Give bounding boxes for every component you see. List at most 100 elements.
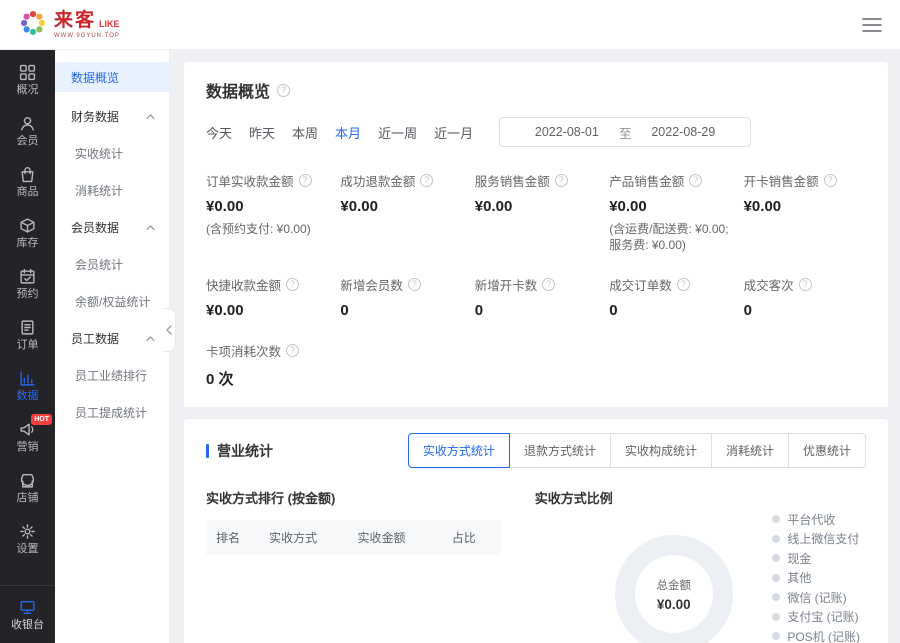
secondary-sidebar: 数据概览财务数据实收统计消耗统计会员数据会员统计余额/权益统计员工数据员工业绩排…	[55, 50, 170, 643]
box-icon	[19, 217, 36, 234]
sidebar-item-orders[interactable]: 订单	[0, 309, 55, 360]
stat-label: 服务销售金额?	[475, 171, 597, 190]
help-icon[interactable]: ?	[824, 174, 837, 187]
submenu-item-label: 员工业绩排行	[75, 369, 147, 383]
help-icon[interactable]: ?	[408, 278, 421, 291]
legend-label: 支付宝 (记账)	[787, 608, 858, 625]
help-icon[interactable]: ?	[286, 344, 299, 357]
sidebar-item-data[interactable]: 数据	[0, 360, 55, 411]
sidebar-item-label: 设置	[17, 544, 39, 555]
stat-sub: (含运费/配送费: ¥0.00; 服务费: ¥0.00)	[609, 221, 731, 253]
tab-discount[interactable]: 优惠统计	[788, 433, 866, 468]
chart-legend: 平台代收线上微信支付现金其他微信 (记账)支付宝 (记账)POS机 (记账)团购…	[772, 509, 860, 643]
legend-item[interactable]: 平台代收	[772, 509, 860, 529]
sidebar-item-shop[interactable]: 店铺	[0, 462, 55, 513]
business-stats-card: 营业统计 实收方式统计退款方式统计实收构成统计消耗统计优惠统计 实收方式排行 (…	[184, 419, 888, 643]
submenu-item-balance-rights-stats[interactable]: 余额/权益统计	[55, 283, 169, 320]
business-title-wrap: 营业统计	[206, 441, 273, 461]
legend-item[interactable]: 线上微信支付	[772, 529, 860, 549]
date-range-input[interactable]: 2022-08-01 至 2022-08-29	[499, 117, 751, 147]
stat-label: 新增开卡数?	[475, 275, 597, 294]
help-icon[interactable]: ?	[542, 278, 555, 291]
sidebar-item-label: 店铺	[17, 493, 39, 504]
sidebar-item-label: 订单	[17, 340, 39, 351]
tab-received-method[interactable]: 实收方式统计	[408, 433, 510, 468]
date-tab-today[interactable]: 今天	[206, 123, 232, 142]
ranking-panel: 实收方式排行 (按金额) 排名实收方式实收金额占比 暂无	[206, 488, 523, 643]
user-icon	[19, 115, 36, 132]
sidebar-item-label: 营销	[17, 442, 39, 453]
calendar-icon	[19, 268, 36, 285]
legend-item[interactable]: 支付宝 (记账)	[772, 607, 860, 627]
chart-icon	[19, 370, 36, 387]
submenu-item-consume-stats[interactable]: 消耗统计	[55, 172, 169, 209]
submenu-item-label: 员工数据	[71, 330, 119, 347]
help-icon[interactable]: ?	[689, 174, 702, 187]
legend-item[interactable]: 现金	[772, 548, 860, 568]
help-icon[interactable]: ?	[299, 174, 312, 187]
stat-label: 产品销售金额?	[609, 171, 731, 190]
help-icon[interactable]: ?	[555, 174, 568, 187]
date-separator: 至	[619, 123, 632, 142]
top-header: 来客 LIKE WWW.9GYUN.TOP	[0, 0, 900, 50]
legend-label: 其他	[787, 569, 811, 586]
sidebar-item-label: 库存	[17, 238, 39, 249]
stat-value: 0	[340, 302, 462, 319]
stat-item: 快捷收款金额?¥0.00	[206, 275, 328, 319]
business-header: 营业统计 实收方式统计退款方式统计实收构成统计消耗统计优惠统计	[206, 433, 866, 468]
submenu-item-staff-performance-rank[interactable]: 员工业绩排行	[55, 357, 169, 394]
date-tab-recent-month[interactable]: 近一月	[434, 123, 473, 142]
submenu-item-data-overview[interactable]: 数据概览	[55, 62, 169, 92]
sidebar-item-members[interactable]: 会员	[0, 105, 55, 156]
legend-item[interactable]: 其他	[772, 568, 860, 588]
donut-center-label: 总金额	[657, 577, 692, 593]
sidebar-item-inventory[interactable]: 库存	[0, 207, 55, 258]
submenu-item-member-data[interactable]: 会员数据	[55, 209, 169, 246]
sidebar-item-booking[interactable]: 预约	[0, 258, 55, 309]
help-icon[interactable]: ?	[677, 278, 690, 291]
date-tab-this-week[interactable]: 本周	[292, 123, 318, 142]
date-tab-group: 今天昨天本周本月近一周近一月	[206, 123, 473, 142]
legend-item[interactable]: 微信 (记账)	[772, 587, 860, 607]
submenu-item-staff-data[interactable]: 员工数据	[55, 320, 169, 357]
date-tab-this-month[interactable]: 本月	[335, 123, 361, 142]
submenu-item-label: 员工提成统计	[75, 406, 147, 420]
submenu-item-member-stats[interactable]: 会员统计	[55, 246, 169, 283]
submenu-item-staff-commission-stats[interactable]: 员工提成统计	[55, 394, 169, 431]
legend-item[interactable]: POS机 (记账)	[772, 626, 860, 643]
submenu-item-label: 会员统计	[75, 258, 123, 272]
section-title: 营业统计	[217, 441, 273, 461]
tab-received-composition[interactable]: 实收构成统计	[610, 433, 712, 468]
empty-state: 暂无数据	[206, 555, 501, 643]
sidebar-item-cashier[interactable]: 收银台	[0, 585, 55, 643]
legend-dot-icon	[772, 593, 780, 601]
date-tab-yesterday[interactable]: 昨天	[249, 123, 275, 142]
legend-label: 微信 (记账)	[787, 589, 846, 606]
date-tab-recent-week[interactable]: 近一周	[378, 123, 417, 142]
help-icon[interactable]: ?	[277, 84, 290, 97]
shop-icon	[19, 472, 36, 489]
brand-url: WWW.9GYUN.TOP	[54, 33, 120, 39]
hamburger-menu-icon[interactable]	[862, 17, 882, 33]
stat-item: 成功退款金额?¥0.00	[340, 171, 462, 253]
help-icon[interactable]: ?	[286, 278, 299, 291]
sidebar-item-overview[interactable]: 概况	[0, 54, 55, 105]
collapse-sidebar-handle[interactable]	[163, 308, 176, 352]
tab-consume[interactable]: 消耗统计	[711, 433, 789, 468]
sidebar-item-settings[interactable]: 设置	[0, 513, 55, 564]
tab-refund-method[interactable]: 退款方式统计	[509, 433, 611, 468]
stat-label: 卡项消耗次数?	[206, 341, 328, 360]
help-icon[interactable]: ?	[420, 174, 433, 187]
order-icon	[19, 319, 36, 336]
submenu-item-received-stats[interactable]: 实收统计	[55, 135, 169, 172]
submenu-item-finance-data[interactable]: 财务数据	[55, 98, 169, 135]
submenu-item-label: 会员数据	[71, 219, 119, 236]
chevron-up-icon	[146, 114, 155, 120]
primary-sidebar: 概况会员商品库存预约订单数据HOT营销店铺设置 收银台	[0, 50, 55, 643]
cashier-icon	[19, 599, 36, 616]
help-icon[interactable]: ?	[799, 278, 812, 291]
sidebar-item-marketing[interactable]: HOT营销	[0, 411, 55, 462]
submenu-item-label: 财务数据	[71, 108, 119, 125]
sidebar-item-products[interactable]: 商品	[0, 156, 55, 207]
donut-center: 总金额 ¥0.00	[635, 555, 713, 633]
